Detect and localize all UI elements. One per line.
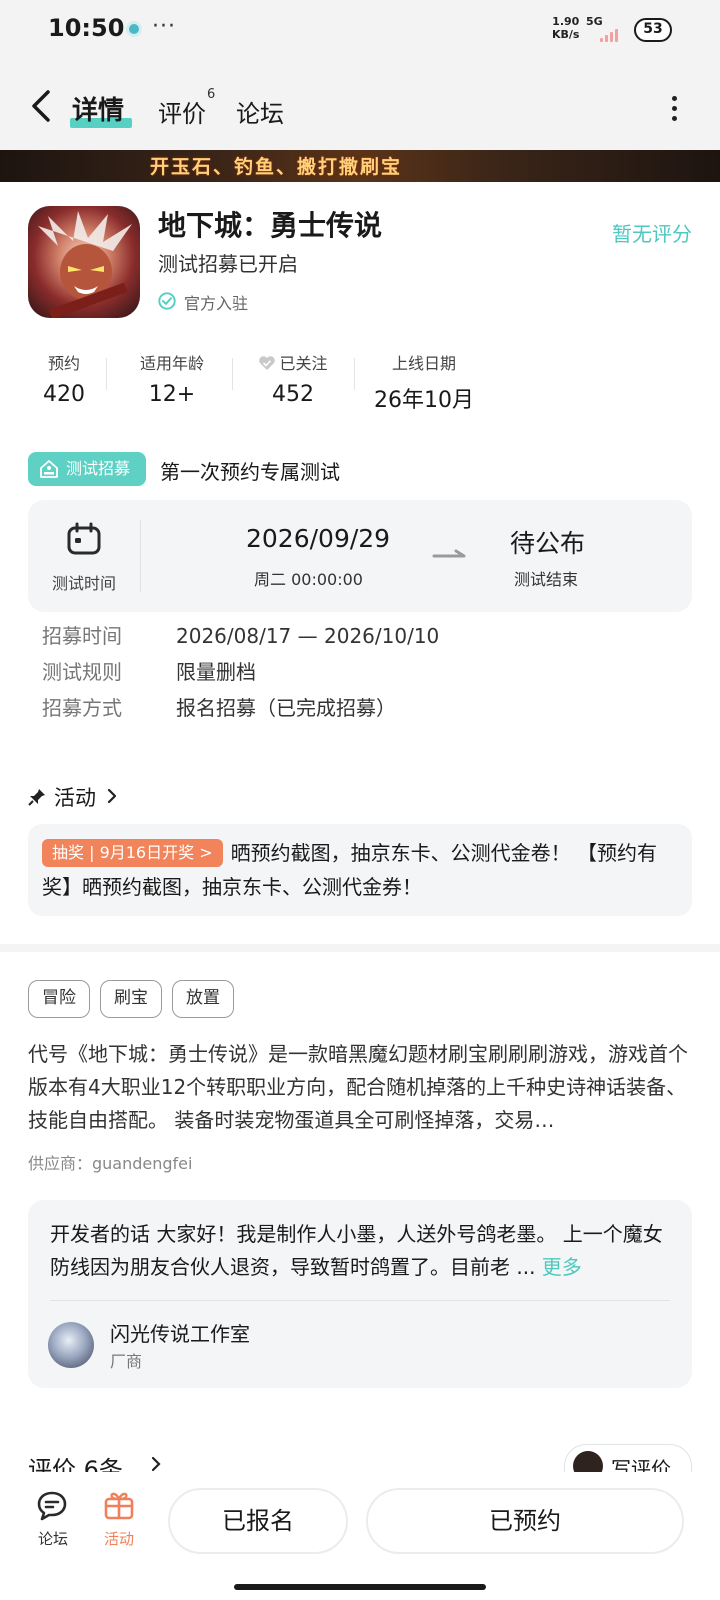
bottom-action-bar: 论坛 活动 已报名 已预约 <box>0 1472 720 1600</box>
network-speed-unit: KB/s <box>552 28 580 41</box>
stat-value: 12+ <box>148 382 196 407</box>
stat-divider <box>106 358 107 390</box>
heart-icon <box>259 356 276 370</box>
calendar-icon <box>67 522 101 555</box>
info-value: 报名招募（已完成招募） <box>176 696 396 720</box>
user-avatar <box>573 1451 603 1472</box>
developer-role: 厂商 <box>110 1352 143 1371</box>
forum-label[interactable]: 论坛 <box>28 1528 78 1549</box>
stat-reservations: 预约 420 <box>36 350 92 407</box>
pin-icon <box>28 789 45 806</box>
signed-up-button[interactable]: 已报名 <box>168 1488 348 1554</box>
status-time: 10:50 <box>48 14 125 42</box>
arrow-right-icon <box>432 549 466 558</box>
gift-icon[interactable] <box>102 1488 136 1520</box>
stat-label: 预约 <box>47 354 80 373</box>
provider-label: 供应商：guandengfei <box>28 1154 193 1173</box>
stat-followers[interactable]: 已关注 452 <box>250 350 336 407</box>
network-speed: 1.90 KB/s <box>552 15 579 41</box>
reviews-count-badge: 6 <box>207 87 216 102</box>
game-subtitle: 测试招募已开启 <box>158 252 298 276</box>
tab-reviews[interactable]: 评价 <box>158 94 206 129</box>
game-title: 地下城：勇士传说 <box>158 209 383 242</box>
recruit-badge: 测试招募 <box>28 452 146 486</box>
recruit-period-row: 招募时间 2026/08/17 — 2026/10/10 <box>42 620 439 649</box>
network-speed-value: 1.90 <box>552 15 580 28</box>
test-start-date: 2026/09/29 <box>246 524 391 553</box>
activity-section-title[interactable]: 活动 <box>54 782 96 812</box>
stat-label: 适用年龄 <box>139 354 204 373</box>
home-indicator[interactable] <box>234 1584 486 1590</box>
recruit-badge-label: 测试招募 <box>66 459 131 478</box>
card-divider <box>140 520 141 592</box>
chevron-right-icon[interactable] <box>150 1456 162 1472</box>
status-bar: 10:50 ··· 1.90 KB/s 5G 53 <box>0 0 720 62</box>
check-circle-icon <box>158 292 176 310</box>
card-divider <box>50 1300 670 1301</box>
tag-idle[interactable]: 放置 <box>172 980 234 1018</box>
chevron-right-icon[interactable] <box>106 787 118 805</box>
info-key: 招募时间 <box>42 624 122 648</box>
test-end-status: 待公布 <box>510 529 586 558</box>
stat-age: 适用年龄 12+ <box>132 350 212 407</box>
status-more-dots: ··· <box>152 14 176 39</box>
developer-card[interactable]: 开发者的话 大家好！我是制作人小墨，人送外号鸽老墨。 上一个魔女防线因为朋友合伙… <box>28 1200 692 1388</box>
info-value: 2026/08/17 — 2026/10/10 <box>176 624 440 648</box>
stat-value: 420 <box>43 382 85 407</box>
test-schedule-card: 测试时间 2026/09/29 周二 00:00:00 待公布 测试结束 <box>28 500 692 612</box>
network-type: 5G <box>586 15 603 28</box>
tag-loot[interactable]: 刷宝 <box>100 980 162 1018</box>
battery-icon: 53 <box>634 18 672 42</box>
developer-avatar[interactable] <box>48 1322 94 1368</box>
tag-adventure[interactable]: 冒险 <box>28 980 90 1018</box>
forum-icon[interactable] <box>36 1490 70 1522</box>
recruit-method-row: 招募方式 报名招募（已完成招募） <box>42 692 396 721</box>
info-key: 招募方式 <box>42 696 122 720</box>
rating-status: 暂无评分 <box>612 222 692 246</box>
test-end-label: 测试结束 <box>514 570 579 589</box>
test-tag-icon <box>40 460 58 478</box>
signal-icon <box>600 28 622 42</box>
activity-label[interactable]: 活动 <box>94 1528 144 1549</box>
activity-card[interactable]: 抽奖 | 9月16日开奖 > 晒预约截图，抽京东卡、公测代金卷！ 【预约有奖】晒预… <box>28 824 692 916</box>
test-rule-row: 测试规则 限量删档 <box>42 656 256 685</box>
more-menu-icon[interactable] <box>672 96 680 122</box>
info-value: 限量删档 <box>176 660 256 684</box>
write-review-label: 写评价 <box>611 1457 671 1472</box>
test-start-time: 周二 00:00:00 <box>254 570 363 589</box>
back-icon[interactable] <box>26 88 58 124</box>
reviews-heading[interactable]: 评价 6条 <box>28 1450 123 1472</box>
top-nav: 详情 评价 6 论坛 <box>0 62 720 150</box>
reserved-button[interactable]: 已预约 <box>366 1488 684 1554</box>
stat-value: 452 <box>272 382 314 407</box>
write-review-button[interactable]: 写评价 <box>564 1444 692 1472</box>
game-icon <box>28 206 140 318</box>
game-description[interactable]: 代号《地下城：勇士传说》是一款暗黑魔幻题材刷宝刷刷刷游戏，游戏首个版本有4大职业… <box>28 1038 694 1137</box>
info-key: 测试规则 <box>42 660 122 684</box>
app-notification-icon <box>126 21 142 37</box>
developer-more-link[interactable]: 更多 <box>542 1255 582 1279</box>
recruit-heading: 第一次预约专属测试 <box>160 460 340 484</box>
official-label: 官方入驻 <box>184 294 249 313</box>
stat-label: 上线日期 <box>391 354 456 373</box>
stat-label: 已关注 <box>279 354 328 373</box>
banner-text: 开玉石、钓鱼、搬打撒刷宝 <box>150 156 403 178</box>
stat-divider <box>354 358 355 390</box>
stat-value: 26年10月 <box>374 388 474 413</box>
tab-forum[interactable]: 论坛 <box>236 94 284 129</box>
tab-details[interactable]: 详情 <box>72 90 124 127</box>
section-divider <box>0 944 720 952</box>
test-time-label: 测试时间 <box>51 574 116 593</box>
developer-name[interactable]: 闪光传说工作室 <box>110 1318 250 1347</box>
lottery-badge: 抽奖 | 9月16日开奖 > <box>42 839 223 867</box>
banner-image[interactable]: 开玉石、钓鱼、搬打撒刷宝 <box>0 150 720 182</box>
stat-divider <box>232 358 233 390</box>
stat-release-date: 上线日期 26年10月 <box>372 350 476 414</box>
